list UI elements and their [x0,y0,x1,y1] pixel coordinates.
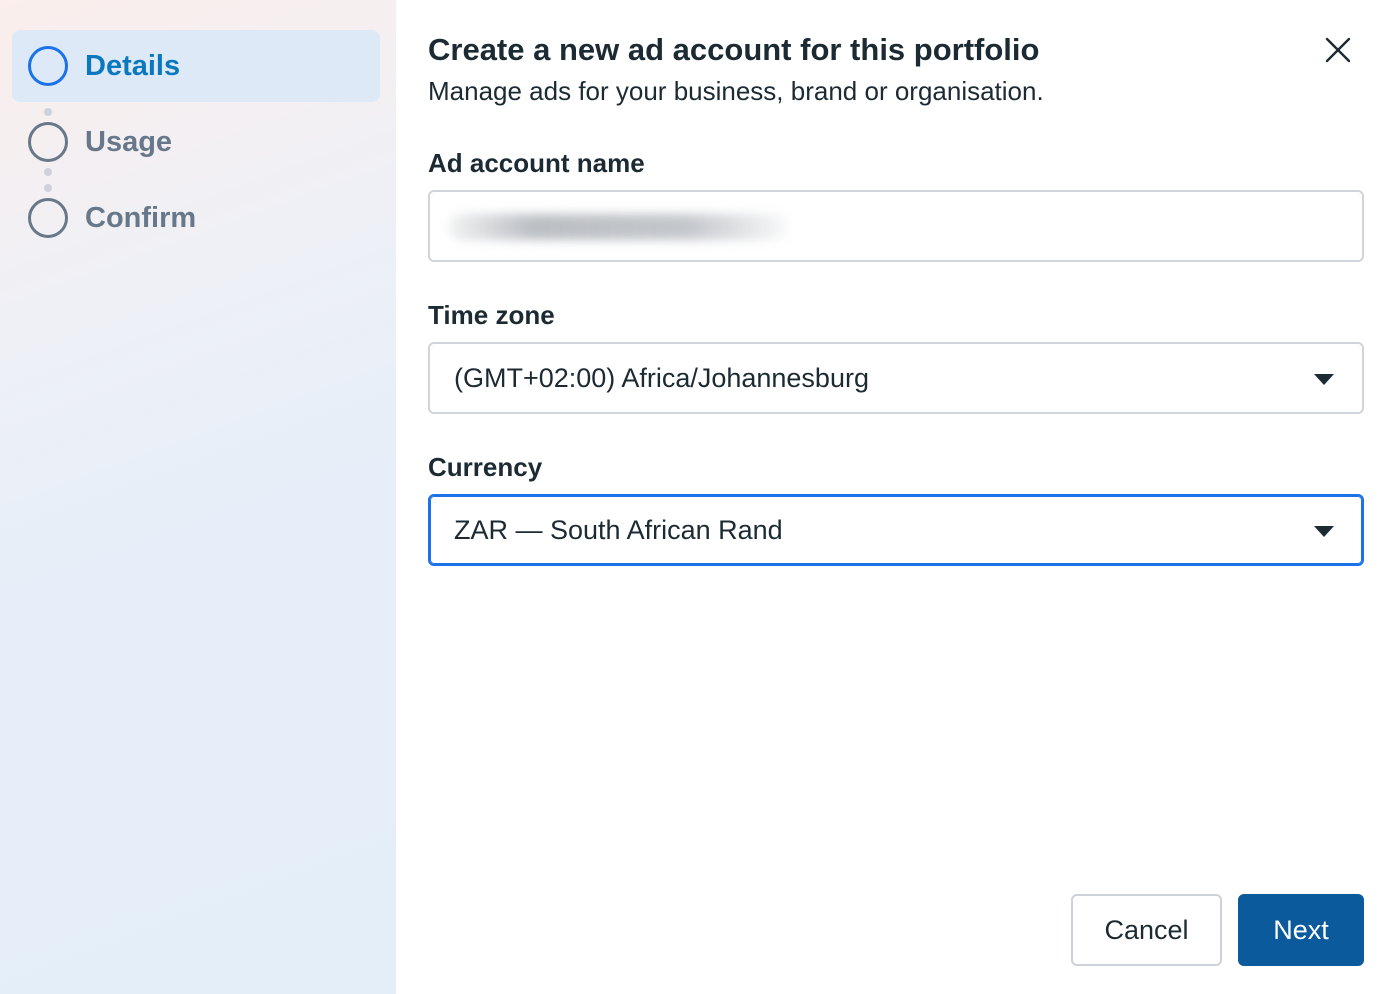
ad-account-name-field[interactable] [428,190,1364,262]
dialog-title: Create a new ad account for this portfol… [428,32,1040,67]
ad-account-name-label: Ad account name [428,148,645,178]
close-icon [1325,37,1351,63]
dialog-subtitle: Manage ads for your business, brand or o… [428,76,1044,106]
step-details[interactable]: Details [12,30,380,102]
chevron-down-icon [1314,526,1334,537]
step-confirm[interactable]: Confirm [12,182,380,254]
next-button[interactable]: Next [1238,894,1364,966]
close-button[interactable] [1318,30,1358,70]
currency-select[interactable]: ZAR — South African Rand [428,494,1364,566]
create-ad-account-dialog: Create a new ad account for this portfol… [396,0,1396,994]
redacted-value [448,214,788,240]
step-circle-icon [28,46,68,86]
step-circle-icon [28,198,68,238]
step-label: Confirm [85,201,197,234]
currency-value: ZAR — South African Rand [454,514,783,545]
chevron-down-icon [1314,374,1334,385]
time-zone-select[interactable]: (GMT+02:00) Africa/Johannesburg [428,342,1364,414]
step-sidebar: Details Usage Confirm [0,0,396,994]
currency-label: Currency [428,452,543,482]
step-label: Usage [85,125,173,158]
time-zone-label: Time zone [428,300,555,330]
cancel-button[interactable]: Cancel [1071,894,1222,966]
step-usage[interactable]: Usage [12,106,380,178]
step-label: Details [85,49,181,82]
time-zone-value: (GMT+02:00) Africa/Johannesburg [454,362,869,393]
step-circle-icon [28,122,68,162]
